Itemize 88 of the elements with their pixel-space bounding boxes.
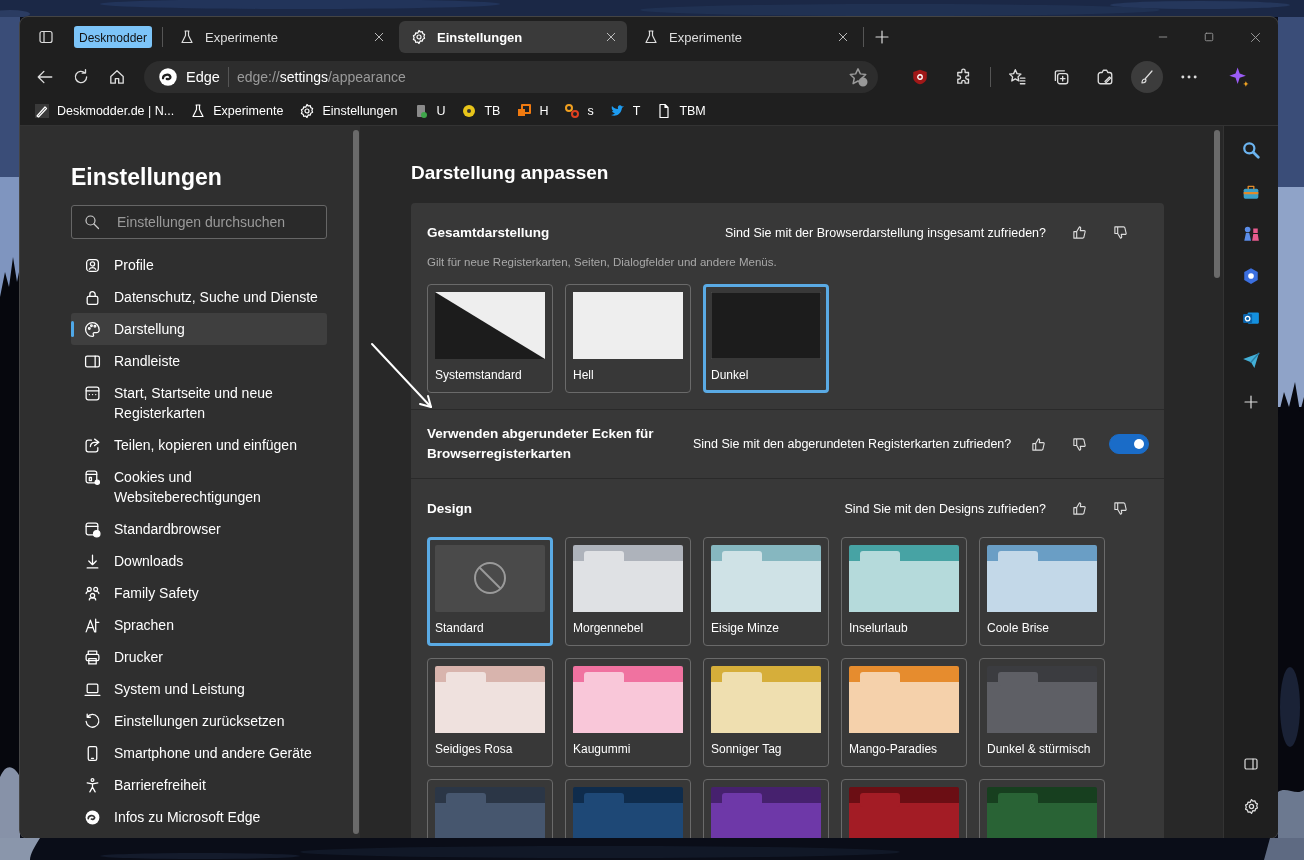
- favorite-link[interactable]: TB: [461, 103, 501, 119]
- edge-logo-icon: [84, 809, 101, 826]
- nav-item[interactable]: Family Safety: [71, 577, 327, 609]
- nav-item[interactable]: Infos zu Microsoft Edge: [71, 801, 327, 833]
- nav-item[interactable]: Teilen, kopieren und einfügen: [71, 429, 327, 461]
- nav-item[interactable]: Drucker: [71, 641, 327, 673]
- appearance-option[interactable]: Hell: [565, 284, 691, 393]
- favorite-link[interactable]: s: [564, 103, 594, 119]
- section-title: Gesamtdarstellung: [427, 225, 551, 240]
- favorite-link[interactable]: T: [609, 103, 641, 119]
- section-hint: Gilt für neue Registerkarten, Seiten, Dialogfelder und andere Menüs.: [427, 256, 778, 268]
- sidebar-icon: [84, 353, 101, 370]
- edge-logo-icon: [158, 67, 178, 87]
- browser-tab[interactable]: Experimente: [167, 21, 396, 53]
- calendar-icon: [84, 385, 101, 402]
- appearance-option[interactable]: Dunkel: [703, 284, 829, 393]
- browser-tab[interactable]: Einstellungen: [399, 21, 628, 53]
- favorite-link[interactable]: U: [413, 103, 446, 119]
- lock-icon: [84, 289, 101, 306]
- nav-item[interactable]: Einstellungen zurücksetzen: [71, 705, 327, 737]
- profile-icon: [84, 257, 101, 274]
- toggle-switch[interactable]: [1109, 434, 1150, 454]
- language-icon: [84, 617, 101, 634]
- settings-icon: [411, 29, 428, 45]
- theme-option[interactable]: Standard: [427, 537, 553, 646]
- address-field[interactable]: Edge edge://settings/appearance: [144, 61, 878, 93]
- favorite-link[interactable]: Einstellungen: [299, 103, 398, 119]
- favorite-link[interactable]: TBM: [656, 103, 706, 119]
- feedback-question: Sind Sie mit den abgerundeten Registerkarten zufrieden?: [693, 437, 1012, 451]
- brush-icon[interactable]: [1131, 61, 1163, 93]
- theme-option[interactable]: Seidiges Rosa: [427, 658, 553, 767]
- favorite-link[interactable]: H: [516, 103, 549, 119]
- laptop-icon: [84, 681, 101, 698]
- theme-option[interactable]: Coole Brise: [979, 537, 1105, 646]
- favorite-link[interactable]: Experimente: [190, 103, 284, 119]
- coin-icon: [461, 103, 478, 119]
- flask-icon: [643, 29, 660, 45]
- browser-check-icon: [84, 521, 101, 538]
- letters-icon: [564, 103, 581, 119]
- cookie-gear-icon: [84, 469, 101, 486]
- search-field[interactable]: Einstellungen durchsuchen: [71, 205, 327, 239]
- nav-item[interactable]: Start, Startseite und neue Registerkarten: [71, 377, 327, 429]
- url-text: edge://settings/appearance: [236, 69, 407, 85]
- reset-icon: [84, 713, 101, 730]
- nav-item[interactable]: Smartphone und andere Geräte: [71, 737, 327, 769]
- flask-icon: [190, 103, 207, 119]
- section-title: Design: [427, 501, 473, 516]
- settings-icon: [299, 103, 316, 119]
- appearance-option[interactable]: Systemstandard: [427, 284, 553, 393]
- theme-option[interactable]: Kaugummi: [565, 658, 691, 767]
- theme-option[interactable]: Sonniger Tag: [703, 658, 829, 767]
- printer-icon: [84, 649, 101, 666]
- search-icon: [84, 214, 100, 230]
- squares-icon: [516, 103, 533, 119]
- family-icon: [84, 585, 101, 602]
- nav-item[interactable]: Standardbrowser: [71, 513, 327, 545]
- nav-item[interactable]: Profile: [71, 249, 327, 281]
- theme-option[interactable]: Inselurlaub: [841, 537, 967, 646]
- scrollbar-thumb[interactable]: [1214, 130, 1220, 278]
- scrollbar-thumb[interactable]: [353, 130, 359, 834]
- accessibility-icon: [84, 777, 101, 794]
- nav-item[interactable]: Randleiste: [71, 345, 327, 377]
- theme-option[interactable]: Dunkel & stürmisch: [979, 658, 1105, 767]
- nav-item[interactable]: System und Leistung: [71, 673, 327, 705]
- bird-icon: [609, 103, 626, 119]
- nav-item[interactable]: Darstellung: [71, 313, 327, 345]
- pen-icon: [34, 103, 50, 119]
- settings-title: Einstellungen: [71, 164, 223, 191]
- nav-item[interactable]: Sprachen: [71, 609, 327, 641]
- nav-item[interactable]: Cookies und Websiteberechtigungen: [71, 461, 327, 513]
- flask-icon: [179, 29, 196, 45]
- theme-option[interactable]: Eisige Minze: [703, 537, 829, 646]
- nav-item[interactable]: Downloads: [71, 545, 327, 577]
- palette-icon: [84, 321, 101, 338]
- browser-tab[interactable]: Experimente: [631, 21, 860, 53]
- setting-label: Verwenden abgerundeter Ecken für Browserregisterkarten: [427, 425, 655, 463]
- favorite-link[interactable]: Deskmodder.de | N...: [34, 103, 175, 119]
- tab-group-label[interactable]: Deskmodder: [74, 26, 153, 48]
- feedback-question: Sind Sie mit der Browserdarstellung insgesamt zufrieden?: [725, 225, 1046, 240]
- theme-option[interactable]: Morgennebel: [565, 537, 691, 646]
- page-title: Darstellung anpassen: [411, 162, 610, 184]
- download-icon: [84, 553, 101, 570]
- share-icon: [84, 437, 101, 454]
- site-label: Edge: [186, 69, 220, 85]
- nav-item[interactable]: Datenschutz, Suche und Dienste: [71, 281, 327, 313]
- feedback-question: Sind Sie mit den Designs zufrieden?: [844, 501, 1046, 516]
- nav-item[interactable]: Barrierefreiheit: [71, 769, 327, 801]
- theme-option[interactable]: Mango-Paradies: [841, 658, 967, 767]
